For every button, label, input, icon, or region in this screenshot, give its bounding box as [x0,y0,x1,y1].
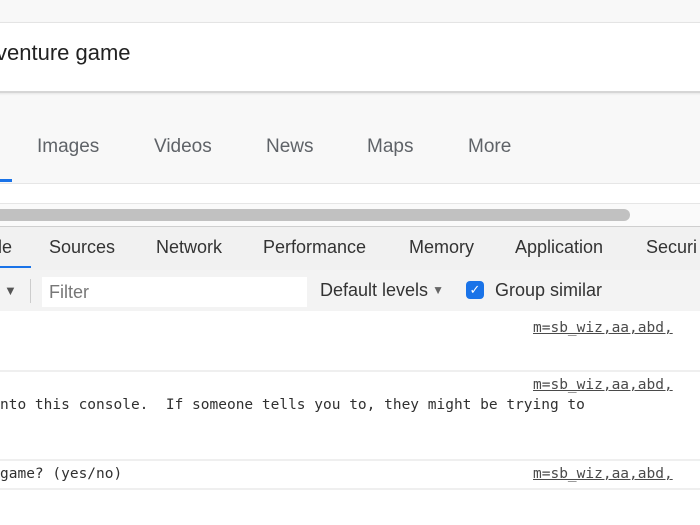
devtools-tab-memory[interactable]: Memory [409,237,474,258]
console-row-divider [0,488,700,490]
console-row-divider [0,370,700,372]
chevron-down-icon: ▼ [432,283,444,297]
tab-news[interactable]: News [266,136,314,158]
tab-images[interactable]: Images [37,136,99,158]
console-row-divider [0,459,700,461]
devtools-tab-application[interactable]: Application [515,237,603,258]
console-output [0,311,700,525]
devtools-active-tab-indicator [0,266,31,268]
context-dropdown-arrow-icon[interactable]: ▼ [4,283,17,298]
devtools-tab-network[interactable]: Network [156,237,222,258]
console-source-link[interactable]: m=sb_wiz,aa,abd, [533,466,673,482]
devtools-tab-security[interactable]: Securi [646,237,697,258]
page-content-strip [0,184,700,204]
console-source-link[interactable]: m=sb_wiz,aa,abd, [533,320,673,336]
search-query[interactable]: venture game [0,40,131,66]
active-tab-indicator [0,179,12,182]
group-similar-label[interactable]: Group similar [495,280,602,301]
tab-videos[interactable]: Videos [154,136,212,158]
devtools-tab-performance[interactable]: Performance [263,237,366,258]
toolbar-separator [30,279,31,303]
devtools-tab-console[interactable]: le [0,237,12,258]
tab-more[interactable]: More [468,136,511,158]
log-levels-dropdown[interactable]: Default levels ▼ [320,280,444,301]
group-similar-checkbox[interactable]: ✓ [466,281,484,299]
console-source-link[interactable]: m=sb_wiz,aa,abd, [533,377,673,393]
devtools-tab-sources[interactable]: Sources [49,237,115,258]
horizontal-scrollbar-thumb[interactable] [0,209,630,221]
filter-input[interactable] [42,277,307,307]
tab-maps[interactable]: Maps [367,136,413,158]
log-levels-label: Default levels [320,280,429,300]
checkmark-icon: ✓ [469,282,481,297]
console-message: nto this console. If someone tells you t… [0,397,585,413]
console-message: game? (yes/no) [0,466,123,482]
